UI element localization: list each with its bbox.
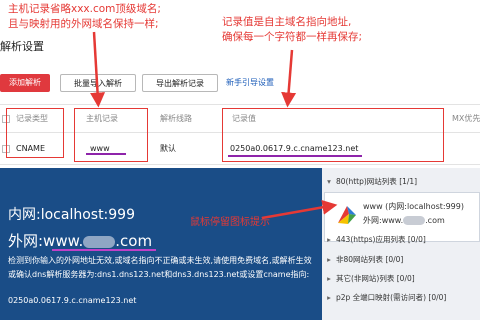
sidebar-item-other[interactable]: ▸ 其它(非网站)列表 [0/0]	[322, 271, 480, 286]
sidebar-item-http[interactable]: ▾ 80(http)网站列表 [1/1]	[322, 174, 480, 189]
annotation-host-note-line-2: 且与映射用的外网域名保持一样;	[8, 18, 159, 30]
annotation-host-record-note: 主机记录省略xxx.com顶级域名; 且与映射用的外网域名保持一样;	[8, 2, 161, 32]
cell-line: 默认	[160, 144, 176, 153]
annotation-value-note-line-2: 确保每一个字符都一样再保存;	[222, 31, 363, 43]
expand-triangle-icon: ▸	[327, 274, 331, 283]
expand-triangle-icon: ▸	[327, 293, 331, 302]
collapse-triangle-icon: ▾	[327, 177, 331, 186]
annotation-value-note-line-1: 记录值是自主域名指向地址,	[222, 16, 352, 28]
popup-domain-underline	[52, 249, 156, 251]
host-record-underline	[86, 153, 126, 155]
batch-import-button[interactable]: 批量导入解析	[60, 74, 136, 92]
expand-triangle-icon: ▸	[327, 255, 331, 264]
mapping-list-panel: ▾ 80(http)网站列表 [1/1] www (内网:localhost:99…	[322, 168, 480, 320]
add-record-button[interactable]: 添加解析	[0, 74, 50, 92]
annotation-record-value-note: 记录值是自主域名指向地址, 确保每一个字符都一样再保存;	[222, 15, 362, 45]
annotation-host-note-line-1: 主机记录省略xxx.com顶级域名;	[8, 3, 161, 15]
sidebar-item-non80[interactable]: ▸ 非80网站列表 [0/0]	[322, 252, 480, 267]
arrow-to-record-value	[281, 49, 297, 108]
sidebar-item-https[interactable]: ▸ 443(https)应用列表 [0/0]	[322, 232, 480, 247]
popup-extranet-address: 外网:www. .com	[8, 232, 153, 250]
domain-check-popup: 内网:localhost:999 外网:www. .com 鼠标停留图标提示 检测…	[0, 168, 322, 320]
export-records-button[interactable]: 导出解析记录	[142, 74, 218, 92]
redacted-domain-blur	[403, 216, 426, 225]
header-line[interactable]: 解析线路	[160, 105, 192, 132]
redacted-domain-blur	[83, 235, 116, 248]
record-value-highlight-box	[222, 108, 444, 162]
card-hostname: www (内网:localhost:999)	[363, 202, 464, 211]
record-value-underline	[228, 155, 362, 157]
header-mx-priority[interactable]: MX优先	[452, 105, 480, 132]
app-logo-icon	[338, 206, 356, 224]
sidebar-item-p2p[interactable]: ▸ p2p 全端口映射(需访问者) [0/0]	[322, 290, 480, 305]
popup-cname-value: 0250a0.0617.9.c.cname123.net	[8, 296, 137, 305]
expand-triangle-icon: ▸	[327, 235, 331, 244]
popup-intranet-address: 内网:localhost:999	[8, 207, 135, 223]
guide-settings-link[interactable]: 新手引导设置	[226, 74, 274, 92]
hover-hint-note: 鼠标停留图标提示	[190, 217, 270, 228]
record-type-highlight-box	[6, 108, 64, 158]
page-title: 解析设置	[0, 40, 44, 53]
card-extranet: 外网:www. .com	[363, 216, 445, 225]
popup-description: 检测到你输入的外网地址无效,或域名指向不正确或未生效,请使用免费域名,或解析生效…	[8, 256, 312, 279]
